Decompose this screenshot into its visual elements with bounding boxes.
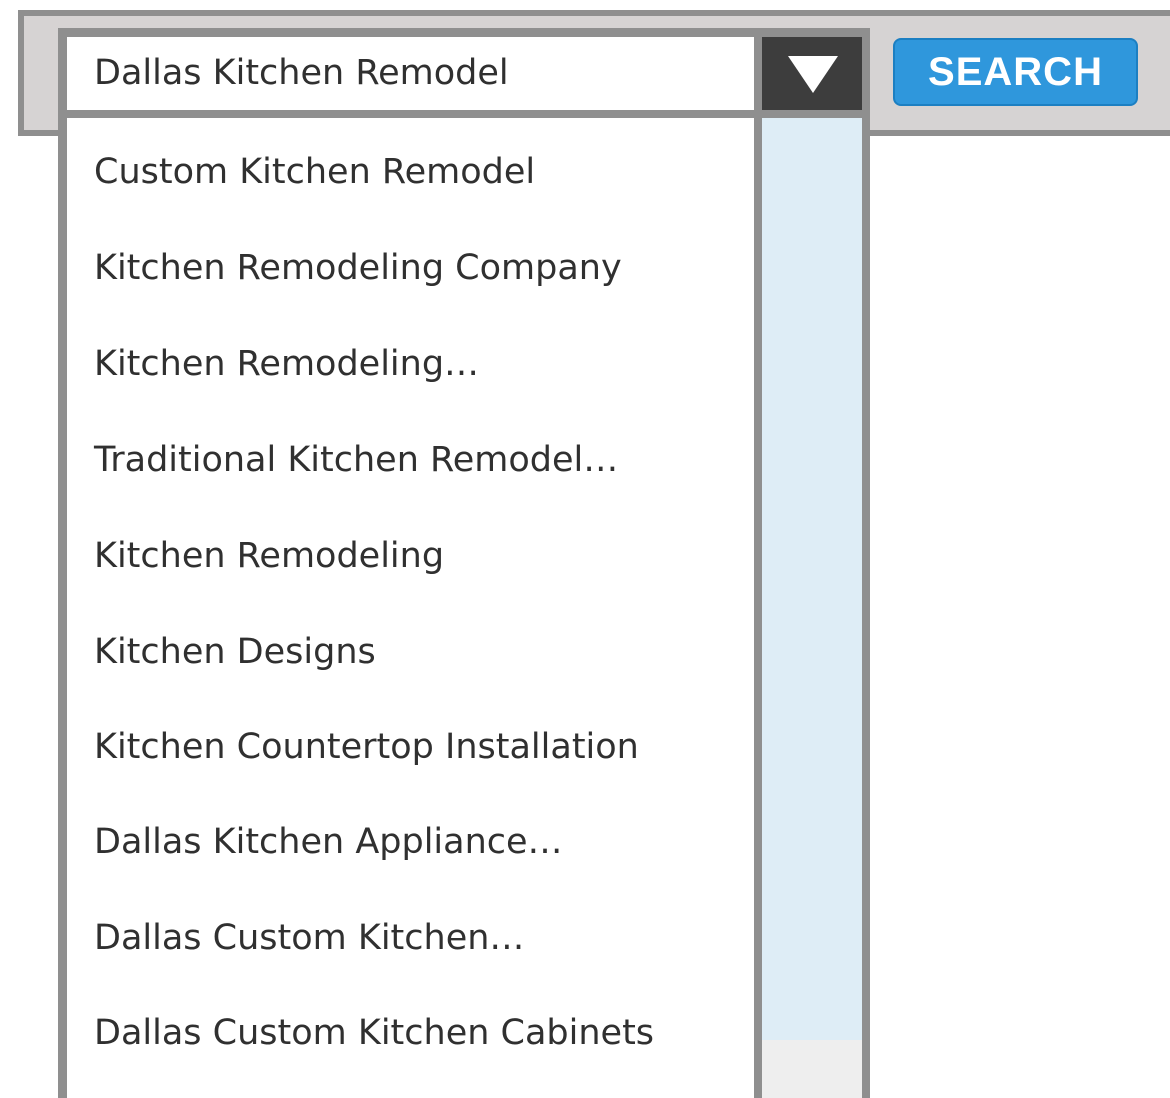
dropdown-option[interactable]: Kitchen Countertop Installation (94, 717, 639, 777)
dropdown-list: Custom Kitchen Remodel Kitchen Remodelin… (67, 118, 754, 1098)
dropdown-option[interactable]: Kitchen Remodeling Company (94, 238, 622, 298)
triangle-down-icon (788, 56, 838, 93)
dropdown-option[interactable]: Custom Kitchen Remodel (94, 142, 535, 202)
dropdown-option[interactable]: Dallas Custom Kitchen Cabinets (94, 1003, 654, 1063)
dropdown-option[interactable]: Traditional Kitchen Remodel… (94, 430, 618, 490)
scrollbar-thumb[interactable] (762, 118, 862, 1040)
search-button[interactable]: SEARCH (893, 38, 1138, 106)
dropdown-option[interactable]: Kitchen Remodeling (94, 526, 444, 586)
dropdown-option[interactable]: Dallas Kitchen Appliance… (94, 812, 563, 872)
search-input[interactable]: Dallas Kitchen Remodel (67, 37, 754, 110)
dropdown-option[interactable]: Kitchen Remodeling… (94, 334, 479, 394)
dropdown-option[interactable]: Kitchen Designs (94, 622, 376, 682)
dropdown-toggle-button[interactable] (762, 37, 862, 110)
dropdown-option[interactable]: Dallas Custom Kitchen… (94, 908, 524, 968)
